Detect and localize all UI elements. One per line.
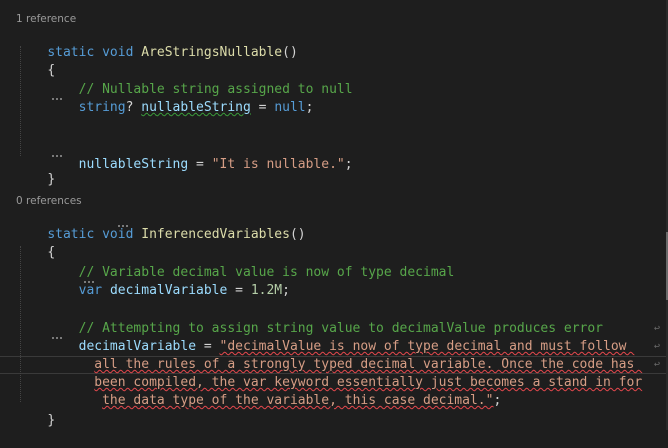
comment-line[interactable]: // Attempting to assign string value to … <box>16 302 603 336</box>
string-literal-error[interactable]: the data type of the variable, this case… <box>102 393 493 408</box>
semicolon: ; <box>344 157 353 172</box>
code-editor[interactable]: 1 reference static void AreStringsNullab… <box>0 0 668 430</box>
semicolon: ; <box>282 283 290 298</box>
word-wrap-icon: ↩ <box>654 359 661 370</box>
keyword-void: void <box>102 45 134 60</box>
comment-line[interactable]: // Nullable string assigned to null <box>16 63 353 97</box>
comment-line[interactable]: // Variable decimal value is now of type… <box>16 246 455 280</box>
codelens-reference-count[interactable]: 0 references <box>16 195 82 207</box>
close-brace-line[interactable]: } <box>16 394 55 428</box>
keyword-void: void <box>102 227 134 242</box>
string-literal: "It is nullable." <box>211 157 345 172</box>
method-name[interactable]: InferencedVariables <box>141 227 290 242</box>
parentheses: () <box>289 227 306 242</box>
keyword-null: null <box>274 100 306 115</box>
variable-nullablestring[interactable]: nullableString <box>79 157 189 172</box>
open-brace-line[interactable]: { <box>16 226 55 260</box>
assign-operator: = <box>250 100 275 115</box>
assignment-line[interactable]: nullableString = "It is nullable."; <box>16 138 353 172</box>
variable-decimalvariable[interactable]: decimalVariable <box>110 283 227 298</box>
keyword-var: var <box>78 283 103 298</box>
close-brace: } <box>47 413 56 428</box>
assignment-line[interactable]: decimalVariable = "decimalValue is now o… <box>16 320 634 354</box>
assign-operator: = <box>227 283 251 298</box>
word-wrap-icon: ↩ <box>654 323 661 334</box>
semicolon: ; <box>305 100 314 115</box>
declaration-line[interactable]: var decimalVariable = 1.2M; <box>16 264 290 298</box>
hint-dots <box>84 279 94 283</box>
method-signature-line[interactable]: static void AreStringsNullable() <box>16 26 297 60</box>
number-literal: 1.2M <box>250 283 283 298</box>
open-brace-line[interactable]: { <box>16 44 55 78</box>
parentheses: () <box>282 45 298 60</box>
semicolon: ; <box>493 393 502 408</box>
hint-dots <box>52 96 62 100</box>
method-signature-line[interactable]: static void InferencedVariables() <box>16 208 305 242</box>
variable-nullablestring[interactable]: nullableString <box>141 100 251 115</box>
wrapped-string-line[interactable]: the data type of the variable, this case… <box>16 374 501 408</box>
type-string: string <box>78 100 126 115</box>
wrapped-string-line[interactable]: been compiled, the var keyword essential… <box>16 356 642 390</box>
wrapped-string-line[interactable]: all the rules of a strongly typed decima… <box>16 338 642 372</box>
word-wrap-icon: ↩ <box>654 341 661 352</box>
hint-dots <box>118 223 128 227</box>
codelens-reference-count[interactable]: 1 reference <box>16 13 76 25</box>
close-brace: } <box>47 172 56 187</box>
assign-operator: = <box>188 157 212 172</box>
method-name[interactable]: AreStringsNullable <box>141 45 282 60</box>
close-brace-line[interactable]: } <box>16 153 55 187</box>
